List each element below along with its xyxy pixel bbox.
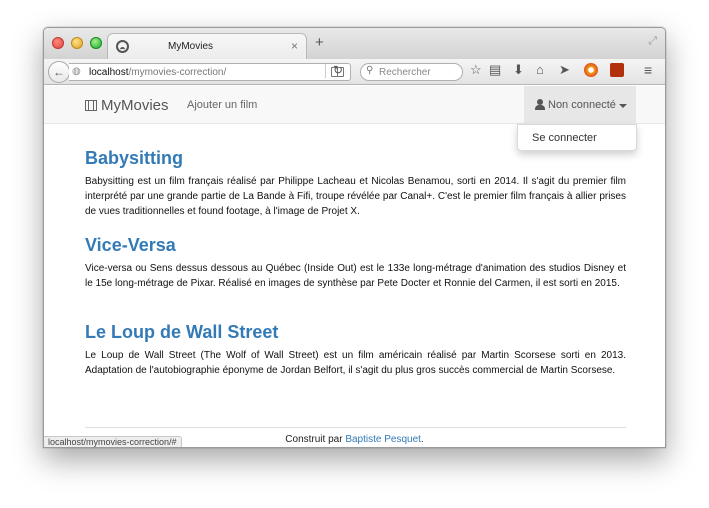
url-host: localhost (89, 67, 129, 78)
bookmarks-list-icon[interactable]: ▤ (489, 63, 501, 76)
film-icon (85, 100, 97, 111)
user-icon (535, 99, 545, 110)
title-bar: MyMovies × + ⤢ (44, 28, 665, 59)
fullscreen-icon[interactable]: ⤢ (648, 35, 657, 48)
movie-description: Le Loup de Wall Street (The Wolf of Wall… (85, 350, 626, 376)
login-link[interactable]: Se connecter (532, 132, 597, 144)
tab-title: MyMovies (168, 41, 214, 52)
share-icon[interactable]: ➤ (559, 63, 570, 76)
movie-title[interactable]: Le Loup de Wall Street (85, 322, 278, 343)
brand-label: MyMovies (101, 97, 169, 114)
movie-description: Babysitting est un film français réalisé… (85, 176, 626, 217)
footer-prefix: Construit par (285, 434, 346, 445)
movie-description: Vice-versa ou Sens dessus dessous au Qué… (85, 263, 626, 289)
author-link[interactable]: Baptiste Pesquet (345, 434, 421, 445)
footer-suffix: . (420, 434, 424, 445)
favicon-icon (116, 40, 129, 53)
search-placeholder: Rechercher (379, 67, 431, 78)
url-separator (325, 64, 326, 78)
page-viewport: MyMovies Ajouter un film Non connecté Se… (44, 86, 665, 447)
url-text: localhost/mymovies-correction/ (89, 67, 226, 78)
status-bar: localhost/mymovies-correction/# (44, 436, 182, 447)
user-menu-toggle[interactable]: Non connecté (524, 86, 636, 124)
new-tab-button[interactable]: + (315, 35, 324, 50)
user-menu-label: Non connecté (548, 99, 616, 111)
url-path: /mymovies-correction/ (128, 67, 227, 78)
add-movie-link[interactable]: Ajouter un film (187, 99, 257, 111)
addon-icon[interactable] (610, 63, 624, 77)
extension-icon[interactable] (584, 63, 598, 77)
home-icon[interactable]: ⌂ (536, 63, 544, 76)
back-arrow-icon: ← (53, 65, 65, 79)
search-icon: ⚲ (366, 65, 374, 76)
search-input[interactable]: ⚲ Rechercher (360, 63, 463, 81)
url-bar[interactable]: ◍ localhost/mymovies-correction/ (69, 63, 351, 81)
close-window-button[interactable] (52, 37, 64, 49)
menu-icon[interactable]: ≡ (644, 63, 652, 77)
downloads-icon[interactable]: ⬇ (513, 63, 524, 76)
reload-icon[interactable]: ↻ (333, 63, 343, 77)
back-button[interactable]: ← (48, 61, 70, 83)
movie-title[interactable]: Babysitting (85, 148, 183, 169)
bookmark-star-icon[interactable]: ☆ (470, 63, 482, 76)
brand-link[interactable]: MyMovies (85, 97, 169, 114)
caret-down-icon (619, 104, 627, 108)
site-navbar: MyMovies Ajouter un film Non connecté (44, 86, 665, 124)
footer-divider (85, 427, 626, 428)
browser-toolbar: ← ◍ localhost/mymovies-correction/ ⚲ Rec… (44, 59, 665, 85)
browser-tab[interactable]: MyMovies × (107, 33, 307, 59)
close-tab-icon[interactable]: × (291, 39, 298, 53)
browser-window: MyMovies × + ⤢ ← ◍ localhost/mymovies-co… (43, 27, 666, 448)
movie-title[interactable]: Vice-Versa (85, 235, 176, 256)
user-dropdown: Se connecter (517, 124, 637, 151)
minimize-window-button[interactable] (71, 37, 83, 49)
zoom-window-button[interactable] (90, 37, 102, 49)
globe-icon: ◍ (72, 66, 81, 77)
